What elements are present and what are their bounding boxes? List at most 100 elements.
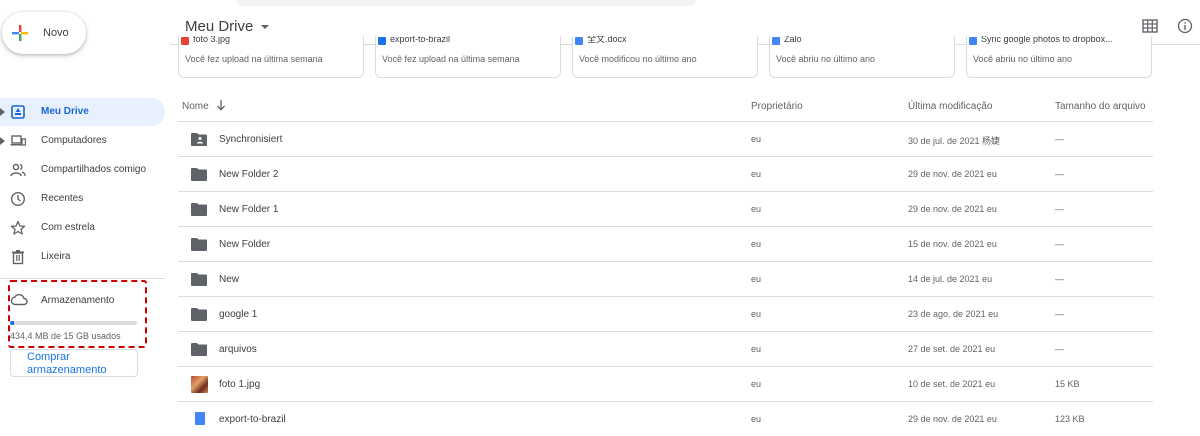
card-title: Sync google photos to dropbox... (981, 36, 1113, 44)
plus-icon (12, 25, 28, 41)
info-icon[interactable] (1177, 18, 1193, 34)
card-title: foto 3.jpg (193, 36, 231, 44)
sidebar-item-shared-with-me[interactable]: Compartilhados comigo (0, 156, 165, 184)
file-name: arquivos (219, 344, 257, 355)
image-file-icon (181, 37, 189, 45)
search-bar-edge[interactable] (236, 0, 696, 6)
word-file-icon (575, 37, 583, 45)
sidebar-item-trash[interactable]: Lixeira (0, 243, 165, 271)
quick-access-card[interactable]: export-to-brazil Você fez upload na últi… (375, 36, 561, 78)
expand-caret-icon[interactable] (0, 137, 5, 145)
file-size: — (1055, 239, 1064, 249)
new-button[interactable]: Novo (2, 12, 86, 54)
sidebar-item-my-drive[interactable]: Meu Drive (0, 98, 165, 126)
card-subtitle: Você abriu no último ano (973, 54, 1073, 64)
file-owner: eu (751, 379, 762, 389)
card-title: 全文.docx (587, 36, 627, 44)
folder-icon (191, 238, 207, 251)
file-owner: eu (751, 204, 762, 214)
quick-access-card[interactable]: foto 3.jpg Você fez upload na última sem… (178, 36, 364, 78)
sort-arrow-down-icon[interactable] (216, 99, 226, 111)
computer-icon (10, 135, 26, 146)
sidebar-divider (0, 278, 165, 279)
file-size: — (1055, 204, 1064, 214)
file-size: — (1055, 344, 1064, 354)
card-subtitle: Você fez upload na última semana (185, 54, 323, 64)
file-modified: 29 de nov. de 2021 eu (908, 414, 997, 424)
cloud-icon (10, 293, 28, 306)
file-owner: eu (751, 344, 762, 354)
quick-access-card[interactable]: 全文.docx Você modificou no último ano (572, 36, 758, 78)
sidebar-item-storage[interactable]: Armazenamento (0, 288, 160, 312)
file-owner: eu (751, 134, 762, 144)
table-row[interactable]: New Folder 1 eu 29 de nov. de 2021 eu — (178, 192, 1153, 227)
table-row[interactable]: arquivos eu 27 de set. de 2021 eu — (178, 332, 1153, 367)
folder-icon (191, 168, 207, 181)
file-name: New (219, 274, 240, 285)
quick-access-card[interactable]: Sync google photos to dropbox... Você ab… (966, 36, 1152, 78)
sidebar-item-label: Lixeira (41, 251, 71, 262)
file-name: New Folder 2 (219, 169, 279, 180)
file-size: — (1055, 134, 1064, 144)
image-thumbnail-icon (191, 376, 208, 393)
card-subtitle: Você abriu no último ano (776, 54, 876, 64)
file-modified: 29 de nov. de 2021 eu (908, 204, 997, 214)
card-title: Zalo (784, 36, 802, 44)
table-row[interactable]: New Folder 2 eu 29 de nov. de 2021 eu — (178, 157, 1153, 192)
table-row[interactable]: New Folder eu 15 de nov. de 2021 eu — (178, 227, 1153, 262)
card-title: export-to-brazil (390, 36, 451, 44)
table-row[interactable]: Synchronisiert eu 30 de jul. de 2021 杨婕 … (178, 122, 1153, 157)
folder-icon (191, 308, 207, 321)
column-header-owner[interactable]: Proprietário (751, 101, 803, 112)
sidebar-item-label: Com estrela (41, 222, 95, 233)
grid-view-icon[interactable] (1142, 19, 1158, 33)
sidebar-item-label: Compartilhados comigo (41, 164, 147, 175)
drive-icon (11, 105, 25, 119)
column-header-name[interactable]: Nome (182, 101, 209, 112)
column-header-modified[interactable]: Última modificação (908, 101, 992, 112)
page-title[interactable]: Meu Drive (185, 18, 270, 35)
file-owner: eu (751, 309, 762, 319)
doc-file-icon (969, 37, 977, 45)
file-size: 123 KB (1055, 414, 1085, 424)
file-size: 15 KB (1055, 379, 1080, 389)
table-row[interactable]: New eu 14 de jul. de 2021 eu — (178, 262, 1153, 297)
file-size: — (1055, 274, 1064, 284)
table-row[interactable]: google 1 eu 23 de ago. de 2021 eu — (178, 297, 1153, 332)
file-size: — (1055, 309, 1064, 319)
file-modified: 29 de nov. de 2021 eu (908, 169, 997, 179)
quick-access-card[interactable]: Zalo Você abriu no último ano (769, 36, 955, 78)
file-name: New Folder 1 (219, 204, 279, 215)
storage-label: Armazenamento (41, 295, 115, 306)
expand-caret-icon[interactable] (0, 108, 5, 116)
file-size: — (1055, 169, 1064, 179)
doc-file-icon (772, 37, 780, 45)
file-owner: eu (751, 414, 762, 424)
storage-usage-text: 434,4 MB de 15 GB usados (10, 331, 121, 341)
doc-file-icon (195, 412, 205, 425)
storage-usage-fill (10, 321, 14, 325)
column-header-size[interactable]: Tamanho do arquivo (1055, 101, 1146, 112)
file-modified: 30 de jul. de 2021 杨婕 (908, 136, 1001, 146)
trash-icon (12, 250, 24, 265)
folder-icon (191, 203, 207, 216)
new-button-label: Novo (43, 27, 69, 39)
file-name: export-to-brazil (219, 414, 286, 425)
file-modified: 27 de set. de 2021 eu (908, 344, 996, 354)
sidebar-item-computers[interactable]: Computadores (0, 127, 165, 155)
sidebar-item-recent[interactable]: Recentes (0, 185, 165, 213)
sidebar-item-label: Recentes (41, 193, 84, 204)
table-row[interactable]: export-to-brazil eu 29 de nov. de 2021 e… (178, 402, 1153, 436)
file-list-header: Nome Proprietário Última modificação Tam… (178, 96, 1153, 122)
table-row[interactable]: foto 1.jpg eu 10 de set. de 2021 eu 15 K… (178, 367, 1153, 402)
buy-storage-button[interactable]: Comprar armazenamento (10, 349, 138, 377)
folder-icon (191, 343, 207, 356)
star-icon (10, 220, 26, 235)
file-modified: 23 de ago. de 2021 eu (908, 309, 999, 319)
sidebar-item-starred[interactable]: Com estrela (0, 214, 165, 242)
file-name: foto 1.jpg (219, 379, 261, 390)
clock-icon (10, 191, 26, 207)
file-modified: 15 de nov. de 2021 eu (908, 239, 997, 249)
file-owner: eu (751, 239, 762, 249)
storage-usage-bar (10, 321, 137, 325)
